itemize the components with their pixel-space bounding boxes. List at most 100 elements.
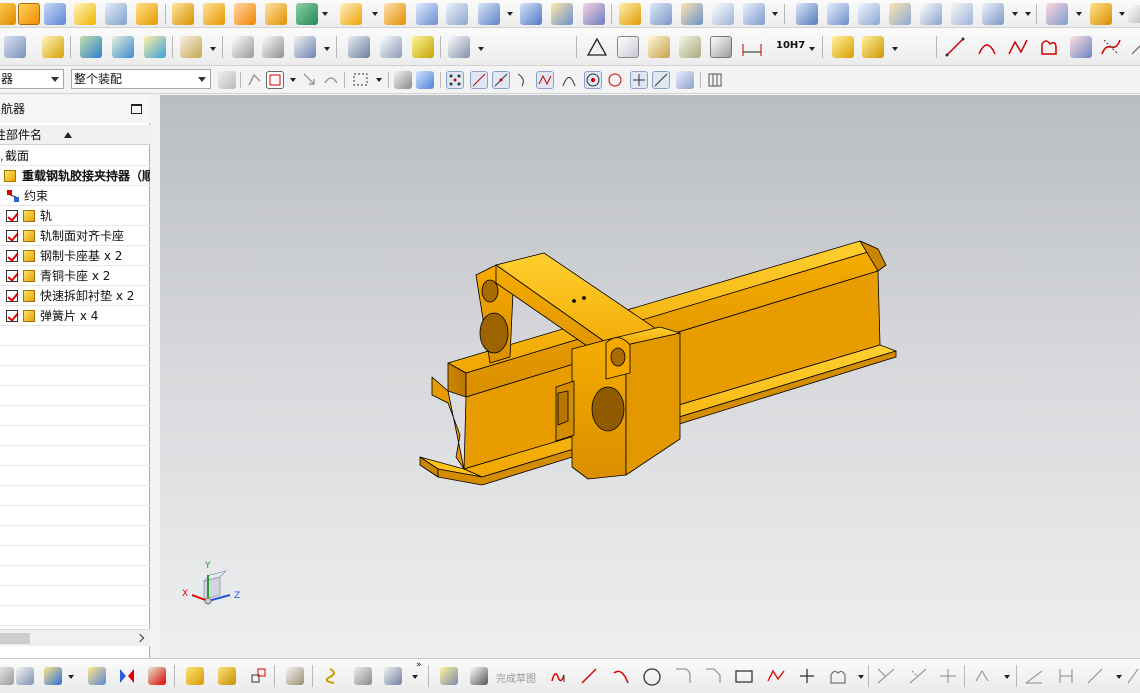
finish-sketch-flag-icon[interactable] xyxy=(470,667,488,685)
surface-icon[interactable] xyxy=(478,3,500,25)
select-filter-icon[interactable] xyxy=(218,71,236,89)
bearing-icon[interactable] xyxy=(412,36,434,58)
offset-icon[interactable] xyxy=(520,3,542,25)
through-curves-icon[interactable] xyxy=(858,3,880,25)
sketch-circle-icon[interactable] xyxy=(642,667,661,686)
more-curves-icon[interactable] xyxy=(1130,38,1140,56)
boss-icon[interactable] xyxy=(136,3,158,25)
point-snap-icon[interactable] xyxy=(446,71,464,89)
spring-icon[interactable] xyxy=(380,36,402,58)
sketch-polyline-icon[interactable] xyxy=(766,667,785,685)
blend-icon[interactable] xyxy=(650,3,672,25)
maximize-icon[interactable] xyxy=(131,104,142,114)
extrude-icon[interactable] xyxy=(18,3,40,25)
sketch-arc-icon[interactable] xyxy=(612,667,630,685)
visibility-checkbox[interactable] xyxy=(6,210,18,222)
replace-face-icon[interactable] xyxy=(743,3,765,25)
section-view-icon[interactable] xyxy=(648,36,670,58)
trim-icon[interactable] xyxy=(876,667,895,685)
point-on-curve-snap-icon[interactable] xyxy=(652,71,670,89)
tolerance-icon[interactable]: 10H7 xyxy=(776,40,805,51)
graphics-viewport[interactable]: Y X Z xyxy=(160,95,1140,658)
weld-icon[interactable] xyxy=(832,36,854,58)
arc-center-snap-icon[interactable] xyxy=(560,71,578,89)
profile-icon[interactable] xyxy=(550,667,568,685)
sketch-offset-icon[interactable] xyxy=(828,667,846,685)
type-filter-select[interactable]: 器 xyxy=(0,69,64,89)
scrollbar-thumb[interactable] xyxy=(0,633,30,644)
curve-icon[interactable] xyxy=(232,36,254,58)
fillet-icon[interactable] xyxy=(681,3,703,25)
box-icon[interactable] xyxy=(44,3,66,25)
harness-icon[interactable] xyxy=(384,667,402,685)
model-canvas[interactable] xyxy=(160,95,1140,658)
tree-node-section[interactable]: , 截面 xyxy=(0,146,150,166)
reposition-icon[interactable] xyxy=(144,36,166,58)
mirror-icon[interactable] xyxy=(265,3,287,25)
shell-icon[interactable] xyxy=(296,3,318,25)
move-face-icon[interactable] xyxy=(712,3,734,25)
control-point-snap-icon[interactable] xyxy=(514,71,532,89)
bridge-surface-icon[interactable] xyxy=(951,3,973,25)
rectangle-select-icon[interactable] xyxy=(352,71,370,89)
assembly-navigator-icon[interactable] xyxy=(4,36,26,58)
table-icon[interactable] xyxy=(617,36,639,58)
n-sided-surface-icon[interactable] xyxy=(982,3,1004,25)
sew-icon[interactable] xyxy=(583,3,605,25)
corner-icon[interactable] xyxy=(938,667,956,685)
chain-select-icon[interactable] xyxy=(322,71,340,89)
intersection-snap-icon[interactable] xyxy=(536,71,554,89)
move-component-icon[interactable] xyxy=(112,36,134,58)
view-style-icon[interactable] xyxy=(416,71,434,89)
midpoint-snap-icon[interactable] xyxy=(492,71,510,89)
sketch-icon[interactable] xyxy=(440,667,458,685)
synchronous-modeling-icon[interactable] xyxy=(1046,3,1068,25)
add-existing-icon[interactable] xyxy=(44,667,62,685)
more-icon[interactable] xyxy=(1128,5,1140,23)
endpoint-snap-icon[interactable] xyxy=(470,71,488,89)
surface-curve-icon[interactable] xyxy=(1070,36,1092,58)
arrow-select-icon[interactable] xyxy=(300,71,318,89)
split-body-icon[interactable] xyxy=(384,3,406,25)
wave-link-icon[interactable] xyxy=(218,667,236,685)
draft-icon[interactable] xyxy=(172,3,194,25)
spline-icon[interactable] xyxy=(262,36,284,58)
snap-icon[interactable] xyxy=(246,71,264,89)
sketch-line-icon[interactable] xyxy=(580,667,598,685)
block-feature-icon[interactable] xyxy=(0,3,16,25)
pattern-icon[interactable] xyxy=(203,3,225,25)
visibility-checkbox[interactable] xyxy=(6,250,18,262)
point-on-surface-snap-icon[interactable] xyxy=(676,71,694,89)
show-hide-icon[interactable] xyxy=(394,71,412,89)
rail-clamp-assembly-model[interactable] xyxy=(419,240,897,486)
sketch-point-icon[interactable] xyxy=(798,667,816,685)
face-icon[interactable] xyxy=(446,3,468,25)
swept-surface-icon[interactable] xyxy=(920,3,942,25)
mesh-surface-icon[interactable] xyxy=(827,3,849,25)
shaft-icon[interactable] xyxy=(348,36,370,58)
explode-view-icon[interactable] xyxy=(148,667,166,685)
visibility-checkbox[interactable] xyxy=(6,230,18,242)
add-component-icon[interactable] xyxy=(42,36,64,58)
intersect-curve-icon[interactable] xyxy=(1100,36,1122,58)
polyline-icon[interactable] xyxy=(1007,36,1029,58)
tree-node-part[interactable]: 快速拆卸衬垫 x 2 xyxy=(0,286,150,306)
column-header-part-name[interactable]: 性部件名 xyxy=(0,125,150,145)
select-box-icon[interactable] xyxy=(266,71,284,89)
shape-icon[interactable] xyxy=(1038,36,1060,58)
studio-surface-icon[interactable] xyxy=(889,3,911,25)
thicken-icon[interactable] xyxy=(551,3,573,25)
detail-view-icon[interactable] xyxy=(679,36,701,58)
weld-group-icon[interactable] xyxy=(862,36,884,58)
quadrant-snap-icon[interactable] xyxy=(606,71,624,89)
tree-node-part[interactable]: 青铜卡座 x 2 xyxy=(0,266,150,286)
extend-icon[interactable] xyxy=(908,667,927,685)
horizontal-scrollbar[interactable] xyxy=(0,629,150,646)
sketch-mirror-icon[interactable] xyxy=(974,667,992,685)
visibility-checkbox[interactable] xyxy=(6,270,18,282)
tree-node-constraints[interactable]: 约束 xyxy=(0,186,150,206)
tree-node-part[interactable]: 轨 xyxy=(0,206,150,226)
hole-table-icon[interactable] xyxy=(294,36,316,58)
sweep-icon[interactable] xyxy=(416,3,438,25)
interference-icon[interactable] xyxy=(250,667,268,685)
